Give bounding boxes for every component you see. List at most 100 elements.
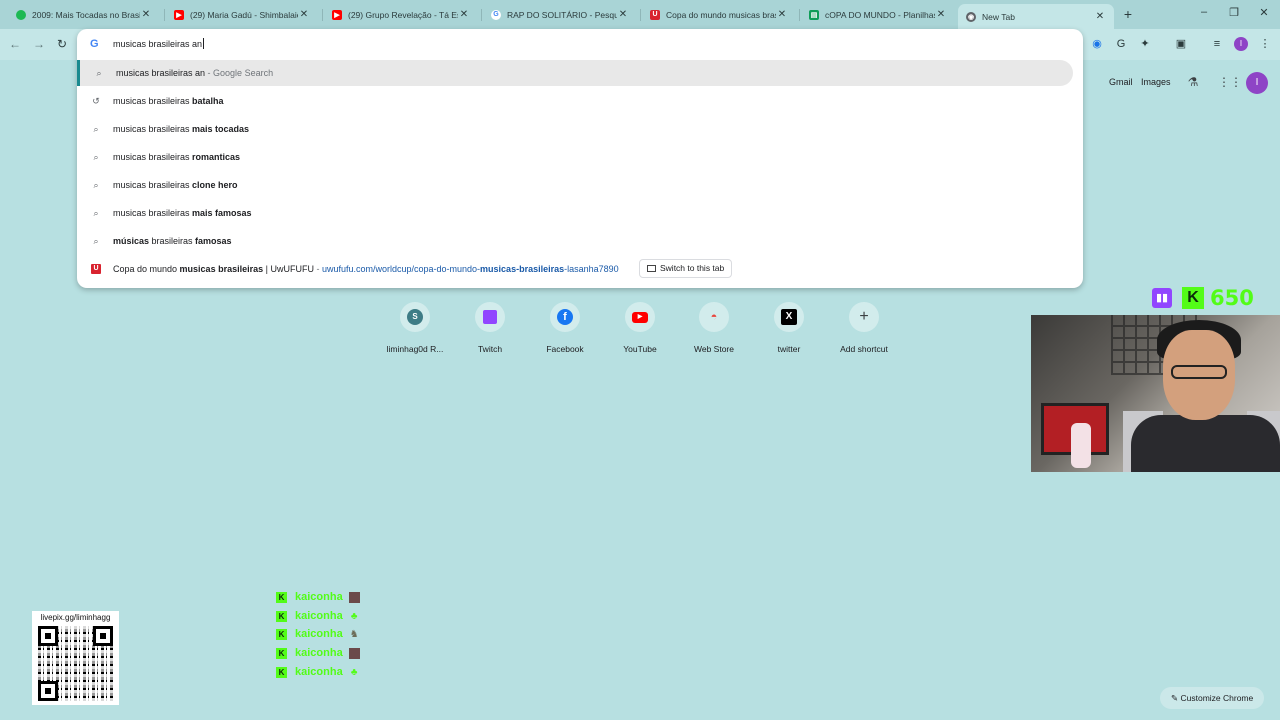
new-tab-button[interactable]: + bbox=[1120, 6, 1136, 22]
side-panel-icon[interactable]: ▣ bbox=[1174, 37, 1188, 51]
minimize-icon[interactable]: – bbox=[1196, 6, 1212, 18]
web-store-icon: ◓ bbox=[699, 302, 729, 332]
suggestion-tab-match[interactable]: U Copa do mundo musicas brasileiras | Uw… bbox=[77, 256, 1073, 282]
shortcut-add[interactable]: + Add shortcut bbox=[827, 302, 901, 354]
chat-username: kaiconha bbox=[295, 647, 343, 659]
shortcut-twitch[interactable]: Twitch bbox=[453, 302, 527, 354]
tab-title: 2009: Mais Tocadas no Brasil - y bbox=[32, 9, 140, 20]
chat-line: K kaiconha bbox=[276, 590, 360, 604]
text-caret bbox=[203, 38, 205, 49]
chat-username: kaiconha bbox=[295, 628, 343, 640]
shortcut-liminhag0d[interactable]: S liminhag0d R... bbox=[378, 302, 452, 354]
search-icon: ⌕ bbox=[93, 179, 99, 190]
tab-divider bbox=[799, 9, 800, 21]
reload-button[interactable]: ↻ bbox=[54, 36, 70, 52]
tab-4[interactable]: G RAP DO SOLITÁRIO - Pesquisa ✕ bbox=[483, 4, 637, 25]
account-avatar[interactable]: I bbox=[1246, 72, 1268, 94]
switch-to-tab-button[interactable]: Switch to this tab bbox=[639, 259, 733, 278]
suggestion-item[interactable]: ↺ musicas brasileiras batalha bbox=[77, 88, 1073, 114]
close-icon[interactable]: ✕ bbox=[298, 9, 310, 20]
close-icon[interactable]: ✕ bbox=[617, 9, 629, 20]
close-icon[interactable]: ✕ bbox=[140, 9, 152, 20]
back-button[interactable]: ← bbox=[7, 36, 23, 52]
tab-6[interactable]: ▤ cOPA DO MUNDO - Planilhas G ✕ bbox=[801, 4, 955, 25]
twitch-icon bbox=[475, 302, 505, 332]
tab-divider bbox=[322, 9, 323, 21]
emote-icon bbox=[348, 591, 360, 603]
cast-icon[interactable]: ◉ bbox=[1090, 37, 1104, 51]
apps-grid-icon[interactable]: ⋮⋮ bbox=[1218, 75, 1242, 89]
kick-count: 650 bbox=[1210, 286, 1254, 310]
grammarly-icon[interactable]: G bbox=[1114, 37, 1128, 51]
kick-icon: K bbox=[276, 666, 287, 678]
shortcut-label: twitter bbox=[777, 344, 801, 354]
close-icon[interactable]: ✕ bbox=[935, 9, 947, 20]
tab-divider bbox=[481, 9, 482, 21]
customize-chrome-button[interactable]: ✎ Customize Chrome bbox=[1160, 687, 1265, 709]
chat-username: kaiconha bbox=[295, 591, 343, 603]
kick-icon: K bbox=[276, 647, 287, 659]
images-link[interactable]: Images bbox=[1141, 77, 1171, 87]
shortcut-web-store[interactable]: ◓ Web Store bbox=[677, 302, 751, 354]
spotify-icon bbox=[16, 9, 26, 20]
emote-icon bbox=[348, 647, 360, 659]
search-icon: ⌕ bbox=[93, 151, 99, 162]
extensions-icon[interactable]: ✦ bbox=[1138, 37, 1152, 51]
suggestion-search[interactable]: ⌕ musicas brasileiras an - Google Search bbox=[77, 60, 1073, 86]
qr-eye bbox=[38, 626, 58, 646]
omnibox-dropdown: G musicas brasileiras an ⌕ musicas brasi… bbox=[77, 29, 1083, 288]
reading-list-icon[interactable]: ≡ bbox=[1210, 37, 1224, 51]
suggestion-item[interactable]: ⌕ musicas brasileiras romanticas bbox=[77, 144, 1073, 170]
shortcut-favicon-icon: S bbox=[400, 302, 430, 332]
kick-icon: K bbox=[276, 628, 287, 640]
qr-label: livepix.gg/liminhagg bbox=[40, 613, 111, 622]
suggestion-text: musicas brasileiras an - Google Search bbox=[116, 68, 274, 78]
suggestion-item[interactable]: ⌕ musicas brasileiras mais tocadas bbox=[77, 116, 1073, 142]
omnibox-input[interactable]: musicas brasileiras an bbox=[113, 38, 205, 49]
shortcut-label: liminhag0d R... bbox=[386, 344, 444, 354]
google-icon: G bbox=[90, 38, 99, 50]
chat-line: K kaiconha ♞ bbox=[276, 627, 360, 641]
tab-1[interactable]: 2009: Mais Tocadas no Brasil - y ✕ bbox=[8, 4, 160, 25]
suggestion-item[interactable]: ⌕ músicas brasileiras famosas bbox=[77, 228, 1073, 254]
twitch-icon: ▮▮ bbox=[1152, 288, 1172, 308]
tab-strip: 2009: Mais Tocadas no Brasil - y ✕ ▶ (29… bbox=[0, 0, 1280, 29]
shortcut-facebook[interactable]: f Facebook bbox=[528, 302, 602, 354]
suggestion-item[interactable]: ⌕ musicas brasileiras mais famosas bbox=[77, 200, 1073, 226]
close-icon[interactable]: ✕ bbox=[1094, 11, 1106, 22]
tab-2[interactable]: ▶ (29) Maria Gadú - Shimbalaiê (s ✕ bbox=[166, 4, 318, 25]
shortcut-youtube[interactable]: ▶ YouTube bbox=[603, 302, 677, 354]
chrome-icon: ◉ bbox=[966, 11, 976, 22]
profile-avatar[interactable]: I bbox=[1234, 37, 1248, 51]
search-icon: ⌕ bbox=[93, 235, 99, 246]
search-icon: ⌕ bbox=[96, 67, 102, 78]
tab-3[interactable]: ▶ (29) Grupo Revelação - Tá Escri ✕ bbox=[324, 4, 478, 25]
sheets-icon: ▤ bbox=[809, 9, 819, 20]
menu-icon[interactable]: ⋮ bbox=[1258, 37, 1272, 51]
restore-icon[interactable]: ❐ bbox=[1226, 6, 1242, 19]
suggestion-text: musicas brasileiras clone hero bbox=[113, 180, 238, 190]
close-icon[interactable]: ✕ bbox=[458, 9, 470, 20]
search-icon: ⌕ bbox=[93, 207, 99, 218]
close-icon[interactable]: ✕ bbox=[776, 9, 788, 20]
customize-label: Customize Chrome bbox=[1180, 693, 1254, 703]
suggestion-text: musicas brasileiras mais famosas bbox=[113, 208, 252, 218]
shortcut-label: Facebook bbox=[546, 344, 584, 354]
labs-icon[interactable]: ⚗ bbox=[1186, 75, 1200, 89]
shortcut-twitter[interactable]: X twitter bbox=[752, 302, 826, 354]
forward-button[interactable]: → bbox=[31, 36, 47, 52]
tab-5[interactable]: U Copa do mundo musicas brasil ✕ bbox=[642, 4, 796, 25]
suggestion-item[interactable]: ⌕ musicas brasileiras clone hero bbox=[77, 172, 1073, 198]
shortcut-label: YouTube bbox=[623, 344, 657, 354]
omnibox-query: musicas brasileiras an bbox=[113, 39, 203, 49]
window-close-icon[interactable]: ✕ bbox=[1256, 6, 1272, 19]
emote-icon: ♞ bbox=[349, 628, 359, 640]
kick-icon: K bbox=[276, 591, 287, 603]
tab-7-active[interactable]: ◉ New Tab ✕ bbox=[958, 4, 1114, 29]
suggestion-text: musicas brasileiras romanticas bbox=[113, 152, 241, 162]
gmail-link[interactable]: Gmail bbox=[1109, 77, 1133, 87]
qr-eye bbox=[93, 626, 113, 646]
omnibox-input-row[interactable]: G musicas brasileiras an bbox=[77, 29, 1083, 59]
webcam-feed bbox=[1031, 315, 1280, 472]
tab-divider bbox=[640, 9, 641, 21]
